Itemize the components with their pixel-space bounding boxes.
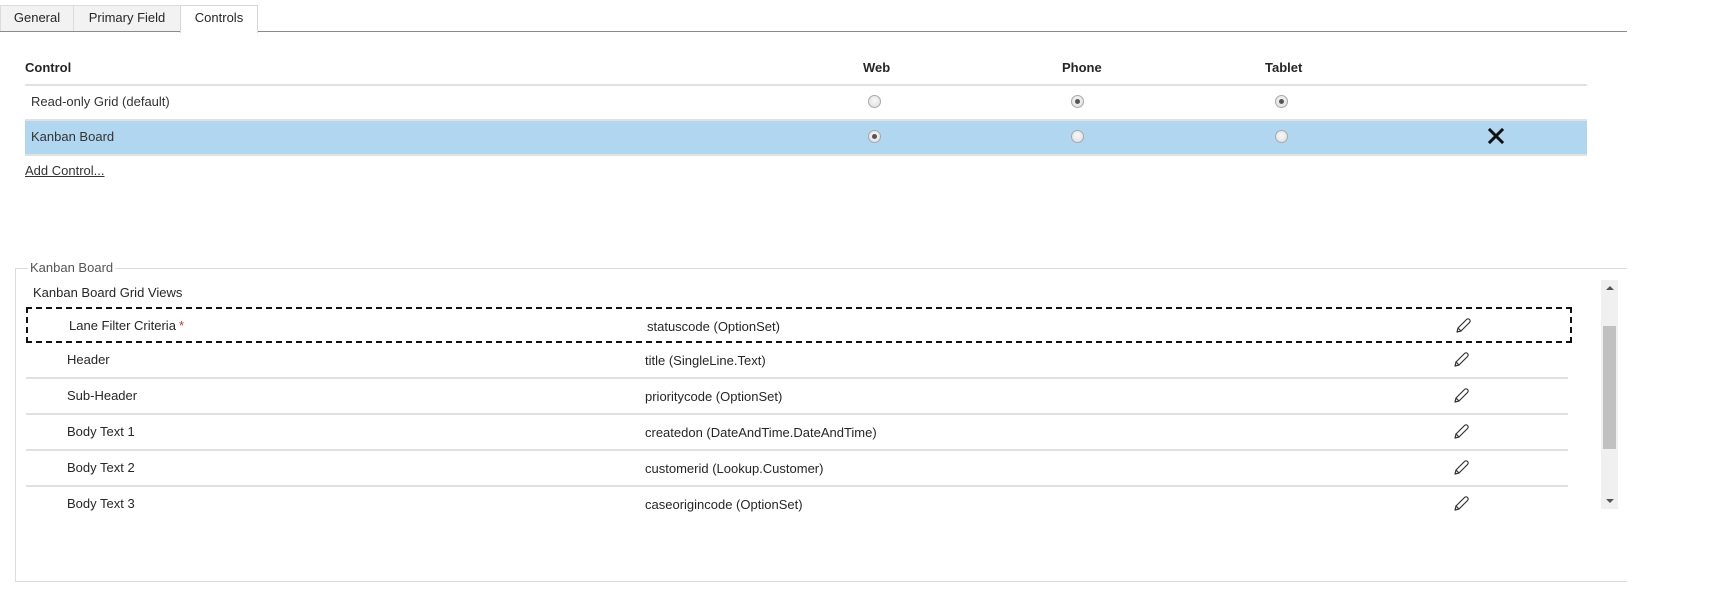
column-header-control: Control bbox=[25, 60, 72, 75]
tab-primary-field[interactable]: Primary Field bbox=[73, 5, 181, 31]
property-row-header[interactable]: Header title (SingleLine.Text) bbox=[26, 343, 1568, 379]
property-value: prioritycode (OptionSet) bbox=[645, 389, 783, 404]
phone-radio[interactable] bbox=[1071, 95, 1084, 108]
property-list: Lane Filter Criteria * statuscode (Option… bbox=[26, 307, 1572, 521]
tablet-radio[interactable] bbox=[1275, 95, 1288, 108]
property-name: Body Text 2 bbox=[67, 460, 135, 475]
property-row-body-text-1[interactable]: Body Text 1 createdon (DateAndTime.DateA… bbox=[26, 415, 1568, 451]
property-name: Header bbox=[67, 352, 110, 367]
vertical-scrollbar[interactable] bbox=[1601, 280, 1618, 509]
property-name: Body Text 3 bbox=[67, 496, 135, 511]
column-header-tablet: Tablet bbox=[1265, 60, 1303, 75]
property-row-body-text-3[interactable]: Body Text 3 caseorigincode (OptionSet) bbox=[26, 487, 1568, 521]
property-value: title (SingleLine.Text) bbox=[645, 353, 766, 368]
phone-radio[interactable] bbox=[1071, 130, 1084, 143]
column-header-web: Web bbox=[863, 60, 891, 75]
property-value: statuscode (OptionSet) bbox=[647, 319, 780, 334]
control-row-read-only-grid[interactable]: Read-only Grid (default) bbox=[25, 86, 1587, 121]
pencil-icon[interactable] bbox=[1454, 317, 1472, 335]
property-value: createdon (DateAndTime.DateAndTime) bbox=[645, 425, 877, 440]
scrollbar-thumb[interactable] bbox=[1603, 326, 1616, 449]
pencil-icon[interactable] bbox=[1452, 387, 1470, 405]
section-title: Kanban Board Grid Views bbox=[33, 285, 183, 300]
pencil-icon[interactable] bbox=[1452, 423, 1470, 441]
tab-controls[interactable]: Controls bbox=[180, 5, 258, 33]
web-radio[interactable] bbox=[868, 95, 881, 108]
property-name: Sub-Header bbox=[67, 388, 138, 403]
control-name: Read-only Grid (default) bbox=[31, 94, 170, 109]
scroll-up-arrow-icon[interactable] bbox=[1601, 280, 1618, 297]
property-value: caseorigincode (OptionSet) bbox=[645, 497, 803, 512]
scroll-down-arrow-icon[interactable] bbox=[1601, 492, 1618, 509]
controls-grid-header: Control Web Phone Tablet bbox=[25, 56, 1587, 86]
tab-general[interactable]: General bbox=[0, 5, 74, 31]
pencil-icon[interactable] bbox=[1452, 459, 1470, 477]
property-row-sub-header[interactable]: Sub-Header prioritycode (OptionSet) bbox=[26, 379, 1568, 415]
pencil-icon[interactable] bbox=[1452, 495, 1470, 513]
tablet-radio[interactable] bbox=[1275, 130, 1288, 143]
web-radio[interactable] bbox=[868, 130, 881, 143]
control-name: Kanban Board bbox=[31, 129, 115, 144]
panel-legend: Kanban Board bbox=[28, 260, 116, 275]
property-row-body-text-2[interactable]: Body Text 2 customerid (Lookup.Customer) bbox=[26, 451, 1568, 487]
column-header-phone: Phone bbox=[1062, 60, 1102, 75]
property-name: Body Text 1 bbox=[67, 424, 135, 439]
property-name: Lane Filter Criteria * bbox=[69, 318, 184, 333]
close-x-icon[interactable] bbox=[1488, 128, 1504, 144]
pencil-icon[interactable] bbox=[1452, 351, 1470, 369]
controls-grid: Control Web Phone Tablet Read-only Grid … bbox=[25, 56, 1587, 156]
property-value: customerid (Lookup.Customer) bbox=[645, 461, 824, 476]
tab-bar: General Primary Field Controls bbox=[0, 0, 1627, 33]
required-marker: * bbox=[178, 318, 184, 333]
control-row-kanban-board[interactable]: Kanban Board bbox=[25, 121, 1587, 156]
property-row-lane-filter-criteria[interactable]: Lane Filter Criteria * statuscode (Option… bbox=[26, 307, 1572, 343]
add-control-link[interactable]: Add Control... bbox=[25, 163, 105, 178]
